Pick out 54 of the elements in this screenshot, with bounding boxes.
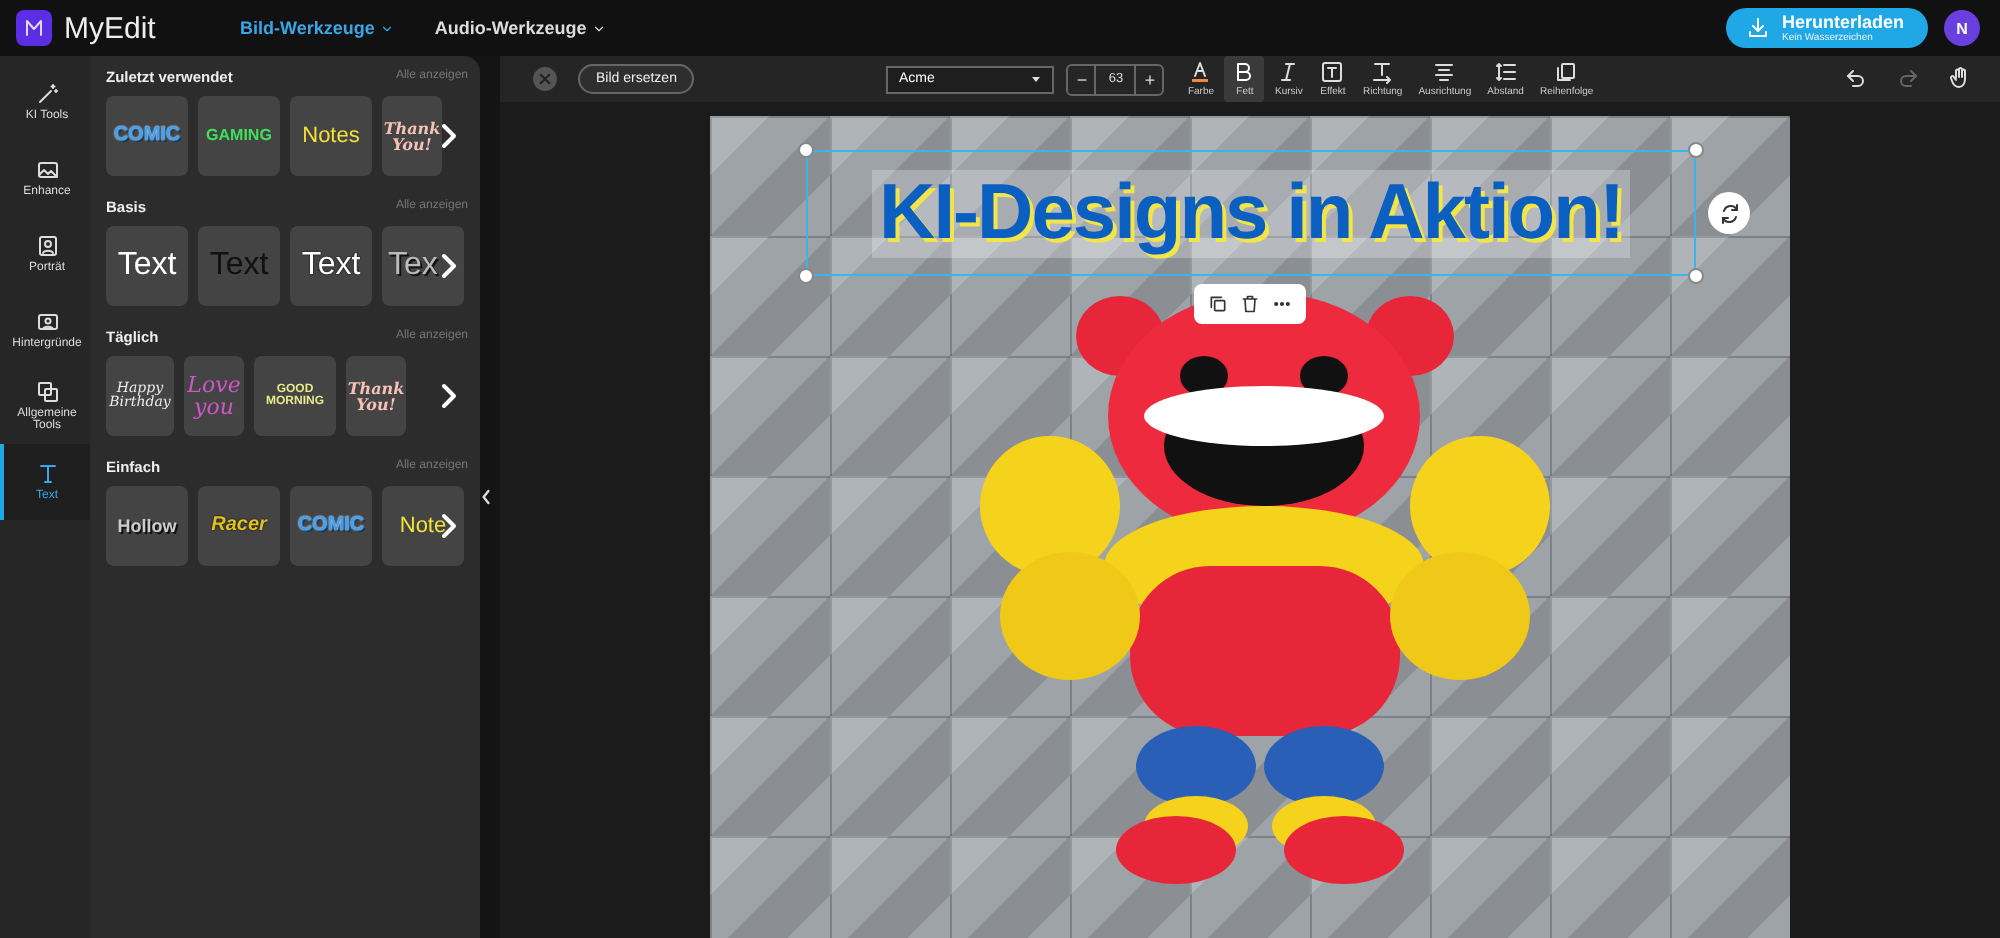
squares-icon [35, 380, 59, 404]
chevron-right-icon[interactable] [438, 122, 458, 150]
copy-icon [1208, 294, 1228, 314]
align-center-icon [1432, 60, 1457, 84]
text-preset[interactable]: Racer [198, 486, 280, 566]
rotate-icon [1717, 201, 1741, 225]
redo-icon [1896, 65, 1920, 89]
resize-handle[interactable] [1688, 142, 1704, 158]
download-icon [1745, 16, 1770, 40]
menu-tab[interactable]: Audio-Werkzeuge [434, 18, 607, 38]
magic-wand-icon [35, 82, 59, 106]
text-preset[interactable]: COMIC [106, 96, 188, 176]
bold-icon [1232, 60, 1257, 84]
text-preset[interactable]: Thank You! [346, 356, 406, 436]
resize-handle[interactable] [798, 142, 814, 158]
chevron-down-icon [592, 21, 607, 35]
chevron-right-icon[interactable] [438, 252, 458, 280]
app-name: MyEdit [64, 11, 158, 45]
undo-icon [1844, 65, 1868, 89]
chevron-right-icon[interactable] [438, 382, 458, 410]
text-preset[interactable]: Notes [290, 96, 372, 176]
color-letter-icon [1188, 60, 1213, 84]
image-icon [35, 158, 59, 182]
text-preset[interactable]: Text [290, 226, 372, 306]
delete-button[interactable] [1240, 294, 1260, 314]
avatar[interactable]: N [1944, 10, 1980, 46]
hand-icon [1948, 65, 1972, 89]
image-icon [35, 310, 59, 334]
portrait-icon [35, 234, 59, 258]
text-direction-icon [1370, 60, 1395, 84]
text-preset[interactable]: Hollow [106, 486, 188, 566]
layers-icon [1554, 60, 1579, 84]
rotate-button[interactable] [1708, 192, 1750, 234]
italic-icon [1276, 60, 1301, 84]
line-spacing-icon [1493, 60, 1518, 84]
text-preset[interactable]: Text [106, 226, 188, 306]
text-preset[interactable]: Tex [382, 226, 464, 306]
text-preset[interactable]: Thank You! [382, 96, 442, 176]
increase-button[interactable]: + [1136, 65, 1163, 93]
text-preset[interactable]: COMIC [290, 486, 372, 566]
decrease-button[interactable]: − [1068, 65, 1095, 93]
text-icon [35, 462, 59, 486]
trash-icon [1240, 294, 1260, 314]
chevron-left-icon[interactable] [480, 488, 492, 506]
text-preset[interactable]: GAMING [198, 96, 280, 176]
chevron-down-icon [380, 21, 395, 35]
menu-tab[interactable]: Bild-Werkzeuge [240, 18, 395, 38]
text-frame-icon [1320, 60, 1345, 84]
resize-handle[interactable] [798, 268, 814, 284]
m-logo-icon [22, 16, 46, 40]
caret-icon [1030, 74, 1043, 84]
text-preset[interactable]: Note [382, 486, 464, 566]
duplicate-button[interactable] [1208, 294, 1228, 314]
resize-handle[interactable] [1688, 268, 1704, 284]
